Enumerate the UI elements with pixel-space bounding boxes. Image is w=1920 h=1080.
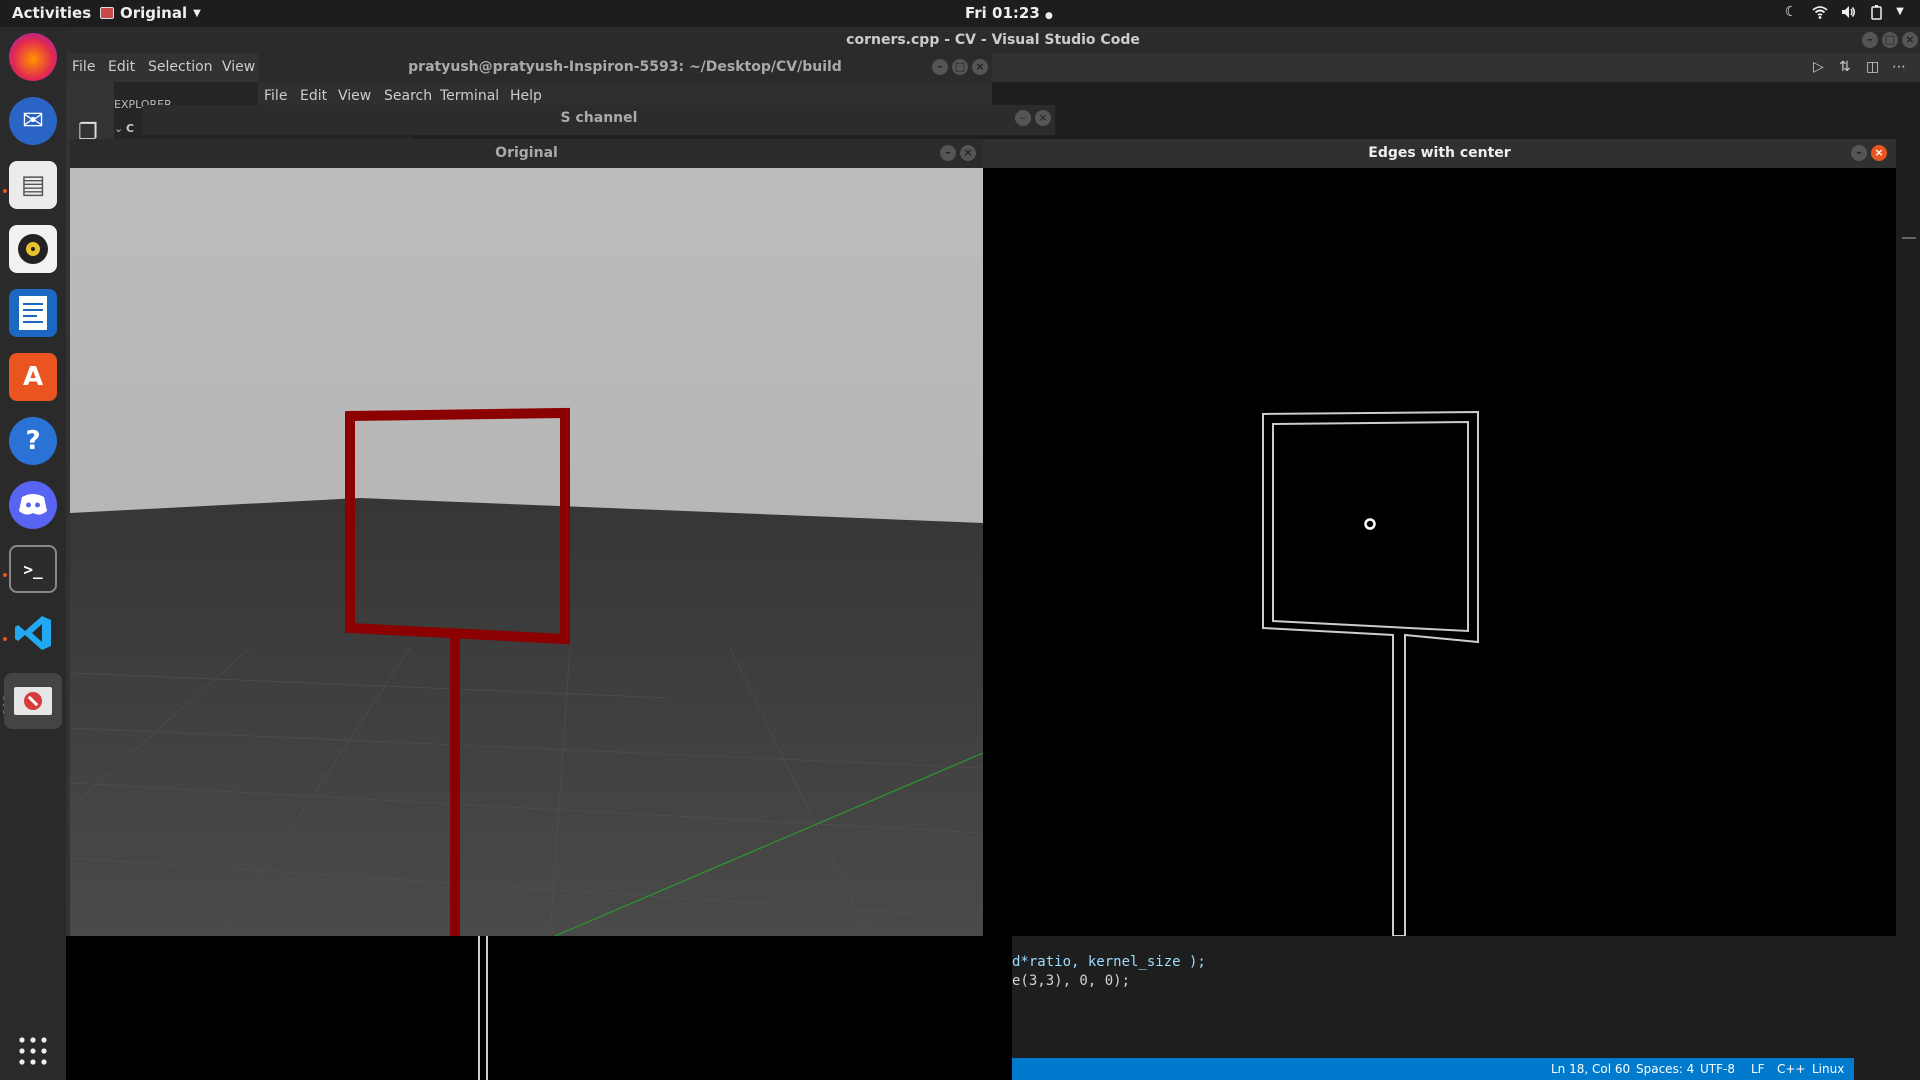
running-indicator bbox=[3, 637, 7, 641]
code-line[interactable]: d*ratio, kernel_size ); bbox=[1012, 954, 1206, 970]
night-light-icon[interactable]: ☾ bbox=[1783, 4, 1799, 20]
terminal-window: pratyush@pratyush-Inspiron-5593: ~/Deskt… bbox=[258, 52, 992, 112]
run-icon[interactable]: ▷ bbox=[1813, 59, 1824, 75]
status-encoding[interactable]: UTF-8 bbox=[1700, 1062, 1735, 1076]
menu-edit[interactable]: Edit bbox=[108, 59, 135, 75]
minimize-button[interactable]: – bbox=[1851, 145, 1867, 161]
running-indicator bbox=[3, 573, 7, 577]
menu-file[interactable]: File bbox=[72, 59, 95, 75]
split-editor-icon[interactable]: ◫ bbox=[1866, 59, 1879, 75]
help-icon[interactable]: ? bbox=[9, 417, 57, 465]
original-image bbox=[70, 168, 983, 936]
more-actions-icon[interactable]: ⋯ bbox=[1892, 59, 1906, 75]
edge-line bbox=[486, 936, 488, 1080]
terminal-menu-edit[interactable]: Edit bbox=[300, 88, 327, 104]
s-channel-image-area bbox=[66, 936, 1012, 1080]
original-title-bar: Original – × bbox=[70, 139, 983, 168]
vscode-status-bar: Ln 18, Col 60 Spaces: 4 UTF-8 LF C++ Lin… bbox=[948, 1058, 1854, 1080]
discord-icon[interactable] bbox=[9, 481, 57, 529]
edges-image bbox=[983, 168, 1896, 936]
terminal-menu-terminal[interactable]: Terminal bbox=[440, 88, 499, 104]
opencv-window-icon[interactable] bbox=[4, 673, 62, 729]
vscode-title: corners.cpp - CV - Visual Studio Code bbox=[846, 32, 1140, 48]
vscode-icon[interactable] bbox=[9, 609, 57, 657]
close-button[interactable]: × bbox=[972, 59, 988, 75]
minimize-button[interactable]: – bbox=[932, 59, 948, 75]
running-indicator bbox=[3, 189, 7, 193]
activities-button[interactable]: Activities bbox=[12, 4, 91, 22]
battery-icon[interactable] bbox=[1868, 4, 1884, 20]
status-cursor-position[interactable]: Ln 18, Col 60 bbox=[1551, 1062, 1630, 1076]
files-icon[interactable]: ▤ bbox=[9, 161, 57, 209]
app-menu-label: Original bbox=[120, 4, 188, 22]
system-menu-chevron-icon[interactable]: ▼ bbox=[1892, 4, 1908, 20]
minimize-button[interactable]: – bbox=[1862, 32, 1878, 48]
wifi-icon[interactable] bbox=[1812, 4, 1828, 20]
close-button[interactable]: × bbox=[1035, 110, 1051, 126]
close-button[interactable]: × bbox=[1902, 32, 1918, 48]
original-window: Original – × bbox=[70, 139, 983, 936]
app-window-icon bbox=[100, 7, 114, 19]
maximize-button[interactable]: □ bbox=[1882, 32, 1898, 48]
close-button[interactable]: × bbox=[960, 145, 976, 161]
dock: ✉ ▤ A ? >_ bbox=[0, 27, 66, 1080]
close-button[interactable]: × bbox=[1871, 145, 1887, 161]
edge-line bbox=[478, 936, 480, 1080]
sign-post bbox=[450, 630, 460, 936]
minimize-button[interactable]: – bbox=[940, 145, 956, 161]
terminal-menu-help[interactable]: Help bbox=[510, 88, 542, 104]
status-eol[interactable]: LF bbox=[1751, 1062, 1765, 1076]
edges-title: Edges with center bbox=[1368, 145, 1511, 161]
source-control-icon[interactable]: ⇅ bbox=[1839, 59, 1851, 75]
menu-view[interactable]: View bbox=[222, 59, 255, 75]
status-language[interactable]: C++ bbox=[1777, 1062, 1806, 1076]
s-channel-title: S channel bbox=[560, 110, 638, 126]
show-apps-icon[interactable] bbox=[9, 1027, 57, 1075]
terminal-menu-search[interactable]: Search bbox=[384, 88, 432, 104]
edges-title-bar: Edges with center – × bbox=[983, 139, 1896, 168]
rhythmbox-icon[interactable] bbox=[9, 225, 57, 273]
clock-label: Fri 01:23 bbox=[965, 4, 1040, 22]
volume-icon[interactable] bbox=[1840, 4, 1856, 20]
firefox-icon[interactable] bbox=[9, 33, 57, 81]
terminal-menu-file[interactable]: File bbox=[264, 88, 287, 104]
minimize-button[interactable]: – bbox=[1015, 110, 1031, 126]
menu-selection[interactable]: Selection bbox=[148, 59, 213, 75]
status-os[interactable]: Linux bbox=[1812, 1062, 1844, 1076]
edges-window: Edges with center – × bbox=[983, 139, 1896, 936]
thunderbird-icon[interactable]: ✉ bbox=[9, 97, 57, 145]
software-center-icon[interactable]: A bbox=[9, 353, 57, 401]
notification-dot-icon: ● bbox=[1045, 11, 1053, 21]
terminal-title-bar: pratyush@pratyush-Inspiron-5593: ~/Deskt… bbox=[258, 52, 992, 82]
minimap-slider[interactable] bbox=[1902, 237, 1916, 239]
top-bar: Activities Original ▼ Fri 01:23 ● ☾ ▼ bbox=[0, 0, 1920, 27]
libreoffice-writer-icon[interactable] bbox=[9, 289, 57, 337]
explorer-folder-chevron-icon[interactable]: ⌄ bbox=[114, 122, 123, 135]
explorer-folder-label[interactable]: C bbox=[126, 122, 134, 135]
ground-plane bbox=[70, 498, 983, 936]
vscode-title-bar: corners.cpp - CV - Visual Studio Code – … bbox=[66, 27, 1920, 53]
original-title: Original bbox=[495, 145, 558, 161]
terminal-title: pratyush@pratyush-Inspiron-5593: ~/Deskt… bbox=[408, 59, 842, 75]
maximize-button[interactable]: □ bbox=[952, 59, 968, 75]
s-channel-window: S channel – × bbox=[143, 105, 1055, 135]
status-indentation[interactable]: Spaces: 4 bbox=[1636, 1062, 1694, 1076]
terminal-icon[interactable]: >_ bbox=[9, 545, 57, 593]
terminal-menu-view[interactable]: View bbox=[338, 88, 371, 104]
code-line[interactable]: e(3,3), 0, 0); bbox=[1012, 973, 1130, 989]
app-menu[interactable]: Original ▼ bbox=[100, 4, 201, 22]
chevron-down-icon: ▼ bbox=[193, 7, 201, 19]
clock[interactable]: Fri 01:23 ● bbox=[965, 4, 1053, 22]
